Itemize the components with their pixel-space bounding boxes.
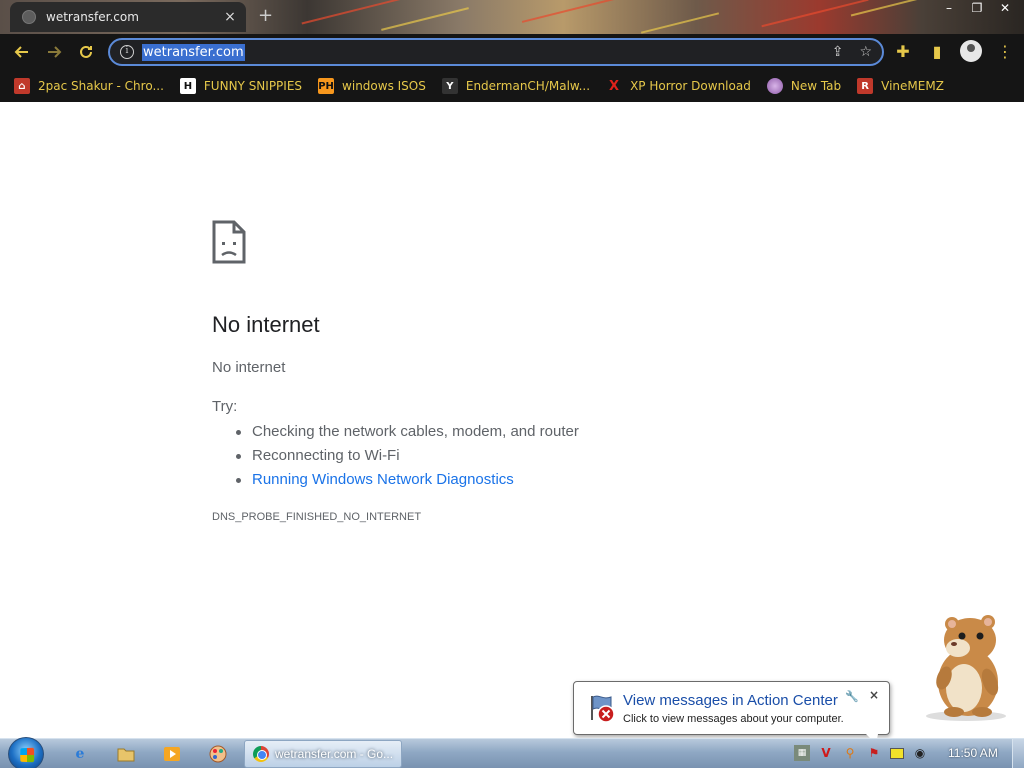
yt-logo-icon: Y xyxy=(441,78,458,94)
suggestion-list: Checking the network cables, modem, and … xyxy=(236,420,579,492)
bookmark-label: XP Horror Download xyxy=(630,79,751,93)
taskbar-chrome-window[interactable]: wetransfer.com - Go... xyxy=(244,740,402,768)
system-tray: ▦ V ⚲ ⚑ ◉ xyxy=(794,745,928,761)
bookmark-label: windows ISOS xyxy=(342,79,426,93)
extensions-icon[interactable]: ✚ xyxy=(892,38,914,64)
tab-wetransfer[interactable]: wetransfer.com × xyxy=(10,2,246,32)
bookmark-item[interactable]: New Tab xyxy=(766,78,842,94)
notification-close-icon[interactable]: × xyxy=(869,688,879,702)
bookmark-item[interactable]: ⌂ 2pac Shakur - Chro... xyxy=(14,78,164,94)
profile-avatar[interactable] xyxy=(960,40,982,62)
bookmark-item[interactable]: R VineMEMZ xyxy=(857,78,944,94)
notification-title: View messages in Action Center xyxy=(623,692,838,709)
try-label: Try: xyxy=(212,398,238,415)
wrench-icon[interactable]: 🔧 xyxy=(845,690,859,703)
sad-document-icon xyxy=(212,220,246,264)
bookmark-label: New Tab xyxy=(790,79,842,93)
tray-display-icon[interactable] xyxy=(890,747,904,759)
tab-close-icon[interactable]: × xyxy=(222,9,238,25)
page-content: No internet No internet Try: Checking th… xyxy=(0,102,1024,738)
bookmark-label: FUNNY SNIPPIES xyxy=(203,79,303,93)
back-arrow-icon xyxy=(14,46,28,58)
paint-palette-icon[interactable] xyxy=(208,744,228,764)
taskbar-window-label: wetransfer.com - Go... xyxy=(275,747,394,761)
bookmark-item[interactable]: Y EndermanCH/Malw... xyxy=(441,78,591,94)
action-center-flag-icon xyxy=(591,695,615,723)
tab-title: wetransfer.com xyxy=(46,10,139,24)
toolbar-right-actions: ✚ ▮ ⋮ xyxy=(892,38,1016,64)
error-code: DNS_PROBE_FINISHED_NO_INTERNET xyxy=(212,511,422,523)
bookmark-star-icon[interactable]: ☆ xyxy=(859,44,872,60)
bookmark-item[interactable]: X XP Horror Download xyxy=(606,78,751,94)
side-panel-icon[interactable]: ▮ xyxy=(926,38,948,64)
menu-kebab-icon[interactable]: ⋮ xyxy=(994,38,1016,64)
suggestion-item: Checking the network cables, modem, and … xyxy=(236,420,579,444)
windows-taskbar: e wetransfer.com - Go... ▦ V ⚲ ⚑ ◉ 11:50… xyxy=(0,737,1024,768)
new-tab-button[interactable]: + xyxy=(258,5,273,26)
internet-explorer-icon[interactable]: e xyxy=(70,744,90,764)
forward-button[interactable] xyxy=(38,36,70,68)
ph-logo-icon: PH xyxy=(318,78,335,94)
network-diagnostics-link[interactable]: Running Windows Network Diagnostics xyxy=(236,468,579,492)
window-controls: – ❐ ✕ xyxy=(936,0,1018,18)
x-icon: X xyxy=(609,78,620,94)
forward-arrow-icon xyxy=(48,46,62,58)
bookmark-label: VineMEMZ xyxy=(881,79,944,93)
bookmark-label: 2pac Shakur - Chro... xyxy=(38,79,164,93)
tray-search-icon[interactable]: ⚲ xyxy=(842,745,858,761)
red-house-icon: ⌂ xyxy=(14,78,30,94)
show-desktop-button[interactable] xyxy=(1012,739,1024,768)
hamster-mascot-icon xyxy=(926,615,1006,721)
tab-favicon-icon xyxy=(22,10,36,24)
taskbar-clock[interactable]: 11:50 AM xyxy=(948,746,998,760)
site-info-icon[interactable]: i xyxy=(120,45,134,59)
error-title: No internet xyxy=(212,312,320,337)
bookmark-item[interactable]: H FUNNY SNIPPIES xyxy=(179,78,303,94)
notification-message: Click to view messages about your comput… xyxy=(623,713,844,725)
suggestion-item: Reconnecting to Wi-Fi xyxy=(236,444,579,468)
tray-v-icon[interactable]: V xyxy=(818,745,834,761)
address-url[interactable]: wetransfer.com xyxy=(142,43,245,61)
action-center-notification[interactable]: View messages in Action Center Click to … xyxy=(573,681,890,744)
error-subtitle: No internet xyxy=(212,359,286,376)
bookmarks-bar: ⌂ 2pac Shakur - Chro... H FUNNY SNIPPIES… xyxy=(0,70,1024,102)
close-window-icon[interactable]: ✕ xyxy=(992,0,1018,18)
globe-icon xyxy=(766,78,783,94)
address-bar[interactable]: i wetransfer.com ⇪ ☆ xyxy=(108,38,884,66)
browser-toolbar: i wetransfer.com ⇪ ☆ ✚ ▮ ⋮ xyxy=(0,34,1024,70)
maximize-icon[interactable]: ❐ xyxy=(964,0,990,18)
start-button[interactable] xyxy=(8,737,44,768)
h-logo-icon: H xyxy=(179,78,196,94)
tab-strip: wetransfer.com × + – ❐ ✕ xyxy=(0,0,1024,36)
r-logo-icon: R xyxy=(857,78,874,94)
tray-grid-icon[interactable]: ▦ xyxy=(794,745,810,761)
chrome-icon xyxy=(253,746,269,762)
reload-button[interactable] xyxy=(70,36,102,68)
share-icon[interactable]: ⇪ xyxy=(832,44,844,60)
tray-flag-icon[interactable]: ⚑ xyxy=(866,745,882,761)
bookmark-item[interactable]: PH windows ISOS xyxy=(318,78,426,94)
media-player-icon[interactable] xyxy=(162,744,182,764)
bookmark-label: EndermanCH/Malw... xyxy=(465,79,591,93)
minimize-icon[interactable]: – xyxy=(936,0,962,18)
reload-icon xyxy=(80,45,92,58)
tray-volume-icon[interactable]: ◉ xyxy=(912,745,928,761)
file-explorer-icon[interactable] xyxy=(116,744,136,764)
back-button[interactable] xyxy=(6,36,38,68)
